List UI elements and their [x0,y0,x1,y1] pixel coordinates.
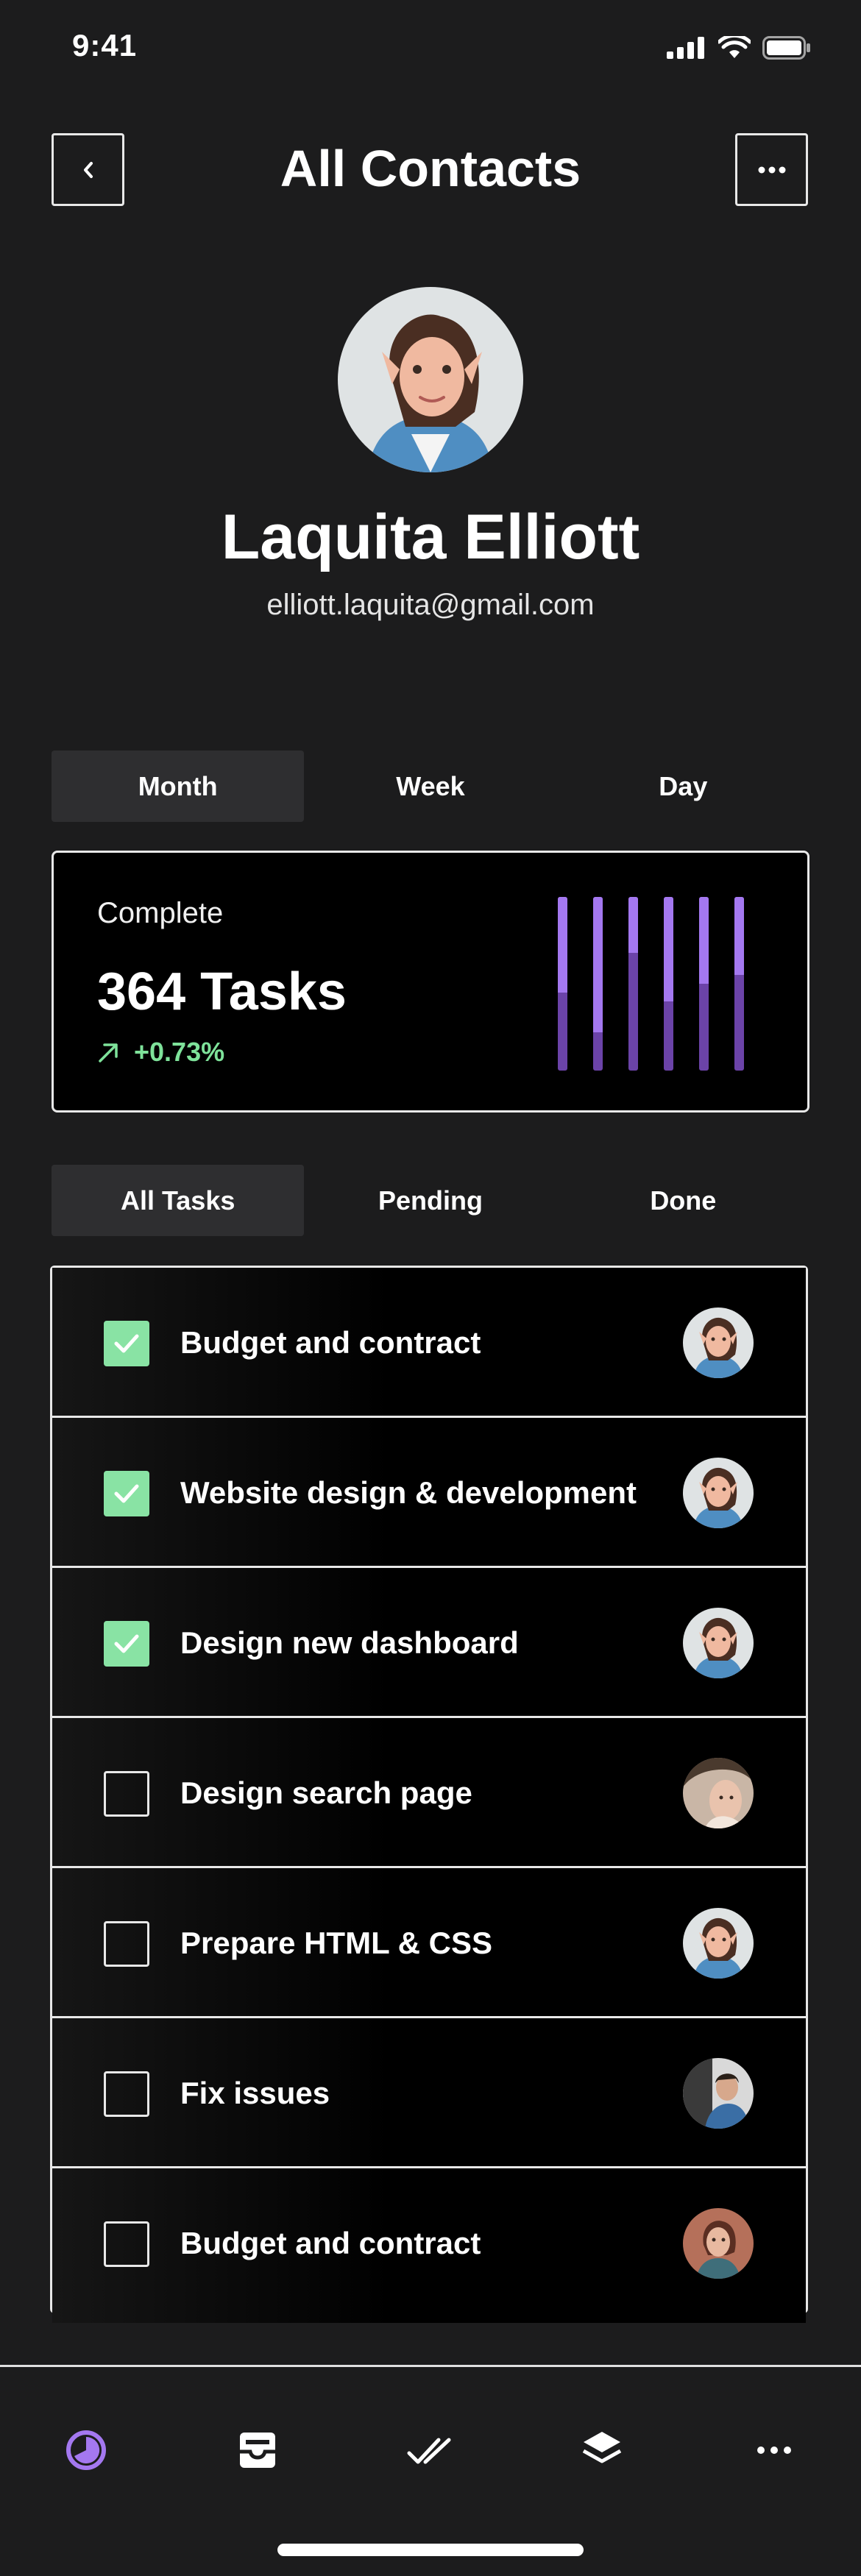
tab-bar-dashboard[interactable] [49,2413,123,2487]
assignee-avatar[interactable] [683,2058,754,2129]
assignee-avatar[interactable] [683,1307,754,1378]
tab-week[interactable]: Week [304,751,556,822]
task-checkbox[interactable] [104,2221,149,2267]
assignee-avatar[interactable] [683,2208,754,2279]
mini-bar [558,897,567,1071]
stats-change-value: +0.73% [134,1037,225,1067]
contact-email[interactable]: elliott.laquita@gmail.com [0,586,861,624]
task-checkbox[interactable] [104,1321,149,1366]
mini-bar-fill [699,897,709,984]
profile-avatar [338,287,523,472]
task-title: Fix issues [180,2076,330,2110]
task-row[interactable]: Website design & development [52,1418,806,1568]
more-options-button[interactable] [735,133,808,206]
task-title: Design new dashboard [180,1625,519,1660]
tab-bar-inbox[interactable] [221,2413,294,2487]
mini-bar [628,897,638,1071]
task-row[interactable]: Design search page [52,1718,806,1868]
assignee-avatar[interactable] [683,1758,754,1828]
mini-bar-chart [558,897,779,1071]
double-check-icon [407,2438,451,2464]
battery-icon [762,36,810,60]
tab-bar-divider [0,2365,861,2367]
wifi-icon [718,36,751,58]
task-filter-tabs: All Tasks Pending Done [52,1165,809,1236]
tab-pending[interactable]: Pending [304,1165,556,1236]
mini-bar [664,897,673,1071]
task-title: Budget and contract [180,1325,481,1360]
task-title: Website design & development [180,1475,637,1510]
tab-day[interactable]: Day [557,751,809,822]
more-dots-icon [757,2447,791,2454]
status-icons [667,33,811,63]
tab-month[interactable]: Month [52,751,305,822]
mini-bar [699,897,709,1071]
task-checkbox[interactable] [104,1771,149,1817]
mini-bar-fill [558,897,567,993]
task-list: Budget and contract Website design & deve… [50,1266,808,2323]
task-row[interactable]: Fix issues [52,2018,806,2168]
stats-label: Complete [97,897,224,929]
task-title: Budget and contract [180,2226,481,2260]
stats-change: +0.73% [97,1037,224,1068]
task-title: Design search page [180,1775,472,1810]
assignee-avatar[interactable] [683,1608,754,1678]
mini-bar [734,897,744,1071]
assignee-avatar[interactable] [683,1458,754,1528]
checkmark-icon [114,1334,139,1353]
status-bar: 9:41 [0,0,861,96]
inbox-icon [240,2433,275,2468]
tab-done[interactable]: Done [557,1165,809,1236]
pie-chart-icon [66,2430,106,2470]
task-checkbox[interactable] [104,1921,149,1967]
tab-bar [0,2413,861,2487]
tab-all-tasks[interactable]: All Tasks [52,1165,305,1236]
mini-bar-fill [628,897,638,953]
task-row[interactable]: Budget and contract [52,1268,806,1418]
task-checkbox[interactable] [104,1471,149,1516]
stats-card: Complete 364 Tasks +0.73% [52,851,809,1113]
tab-bar-layers[interactable] [565,2413,639,2487]
arrow-up-right-icon [99,1043,118,1062]
period-tabs: Month Week Day [52,751,809,822]
tab-bar-tasks[interactable] [394,2413,467,2487]
task-row[interactable]: Prepare HTML & CSS [52,1868,806,2018]
task-row[interactable]: Budget and contract [52,2168,806,2323]
assignee-avatar[interactable] [683,1908,754,1979]
mini-bar-fill [593,897,603,1032]
checkmark-icon [114,1484,139,1503]
checkmark-icon [114,1634,139,1653]
task-title: Prepare HTML & CSS [180,1926,492,1960]
more-dots-icon [758,166,785,173]
status-time: 9:41 [72,28,138,63]
tab-bar-more[interactable] [737,2413,811,2487]
mini-bar-fill [664,897,673,1001]
mini-bar [593,897,603,1071]
task-row[interactable]: Design new dashboard [52,1568,806,1718]
task-checkbox[interactable] [104,1621,149,1667]
stats-value: 364 Tasks [97,962,347,1021]
task-checkbox[interactable] [104,2071,149,2117]
layers-icon [582,2432,622,2463]
page-title: All Contacts [280,140,581,197]
mini-bar-fill [734,897,744,975]
contact-name: Laquita Elliott [221,502,640,572]
signal-icon [667,37,704,59]
home-indicator [277,2544,584,2556]
